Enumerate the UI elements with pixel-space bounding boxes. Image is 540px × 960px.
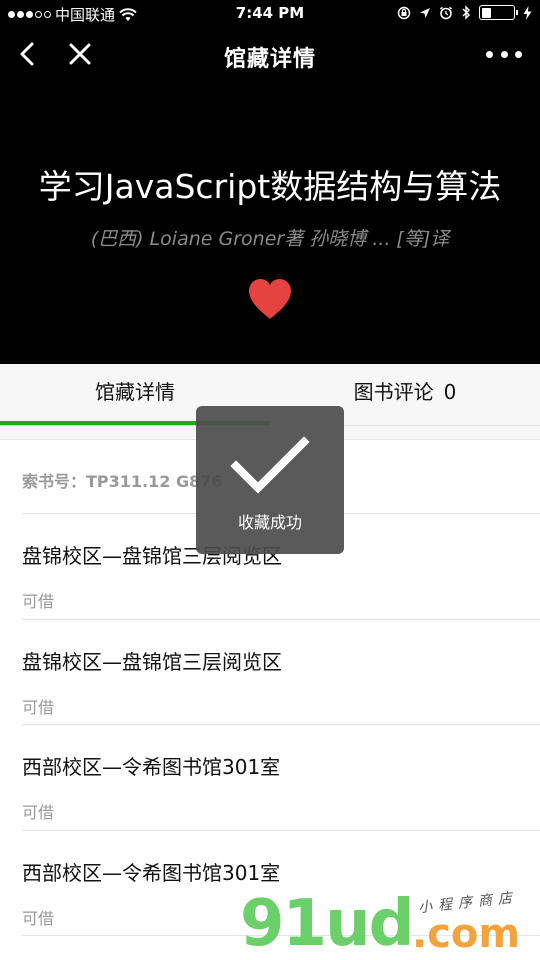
- success-toast: 收藏成功: [196, 406, 344, 554]
- copy-location: 盘锦校区—盘锦馆三层阅览区: [22, 650, 282, 674]
- charging-bolt-icon: [523, 5, 532, 20]
- list-item[interactable]: 盘锦校区—盘锦馆三层阅览区 可借: [22, 540, 540, 646]
- bluetooth-icon: [462, 5, 470, 20]
- status-right: [397, 5, 532, 20]
- divider: [22, 724, 540, 725]
- favorite-button[interactable]: [247, 278, 293, 320]
- list-item[interactable]: 盘锦校区—盘锦馆三层阅览区 可借: [22, 646, 540, 752]
- watermark-logo: 91ud .com 小程序商店: [240, 888, 540, 960]
- more-options-button[interactable]: [486, 40, 522, 68]
- watermark-suffix: .com: [412, 911, 521, 957]
- nav-bar: 馆藏详情: [0, 28, 540, 84]
- list-item[interactable]: 西部校区—令希图书馆301室 可借: [22, 751, 540, 857]
- alarm-clock-icon: [440, 6, 452, 19]
- copy-status: 可借: [22, 592, 55, 611]
- book-header: 学习JavaScript数据结构与算法 (巴西) Loiane Groner著 …: [0, 84, 540, 364]
- battery-icon: [479, 5, 518, 20]
- more-dot: [486, 50, 493, 58]
- review-count: 0: [443, 380, 457, 404]
- page-title: 馆藏详情: [223, 47, 316, 72]
- tab-label: 馆藏详情: [95, 380, 175, 404]
- copy-status: 可借: [22, 698, 55, 717]
- check-icon: [230, 436, 310, 494]
- copy-status: 可借: [22, 909, 55, 928]
- book-author: (巴西) Loiane Groner著 孙晓博 ... [等]译: [90, 228, 450, 250]
- call-number: 索书号：TP311.12 G876: [22, 472, 223, 491]
- divider: [22, 830, 540, 831]
- copy-status: 可借: [22, 803, 55, 822]
- more-dot: [500, 50, 508, 58]
- book-title: 学习JavaScript数据结构与算法: [38, 167, 502, 206]
- heart-icon: [249, 279, 291, 319]
- location-arrow-icon: [420, 7, 430, 18]
- copy-location: 西部校区—令希图书馆301室: [22, 755, 281, 779]
- watermark-main: 91ud: [240, 887, 414, 960]
- divider: [22, 619, 540, 620]
- tab-label: 图书评论: [353, 380, 434, 404]
- more-dot: [515, 50, 522, 58]
- toast-message: 收藏成功: [237, 513, 302, 532]
- rotation-lock-icon: [397, 6, 411, 19]
- status-bar: 中国联通 7:44 PM: [0, 0, 540, 28]
- copy-location: 西部校区—令希图书馆301室: [22, 861, 281, 885]
